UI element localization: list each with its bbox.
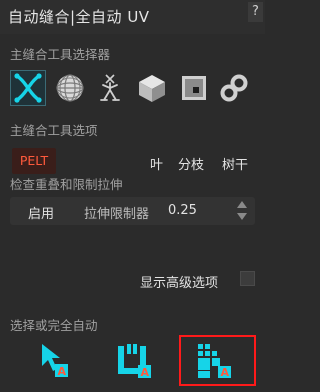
square-point-icon bbox=[182, 76, 206, 100]
cube-icon bbox=[139, 75, 165, 102]
spin-up-icon[interactable] bbox=[237, 201, 247, 208]
chain-link-tool-button[interactable] bbox=[216, 70, 252, 106]
square-point-tool-button[interactable] bbox=[176, 70, 212, 106]
help-button[interactable]: ? bbox=[248, 2, 263, 22]
stretch-limiter-value[interactable]: 0.25 bbox=[168, 203, 197, 218]
spin-down-icon[interactable] bbox=[237, 213, 247, 220]
main-stitch-options-label: 主缝合工具选项 bbox=[10, 123, 98, 138]
chain-link-icon bbox=[220, 74, 248, 102]
figure-icon bbox=[100, 74, 120, 101]
unwrap-auto-button[interactable]: A bbox=[114, 340, 158, 380]
leaf-option-button[interactable]: 叶 bbox=[150, 154, 163, 173]
enable-button[interactable]: 启用 bbox=[28, 203, 54, 222]
pelt-option-button[interactable]: PELT bbox=[12, 148, 56, 174]
select-auto-button[interactable]: A bbox=[36, 340, 80, 380]
auto-section-label: 选择或完全自动 bbox=[10, 318, 98, 333]
main-stitch-tool-selector-label: 主缝合工具选择器 bbox=[10, 47, 111, 62]
pelt-tool-button[interactable] bbox=[10, 70, 46, 106]
panel-title: 自动缝合|全自动 UV bbox=[8, 8, 150, 26]
figure-tool-button[interactable] bbox=[92, 70, 128, 106]
svg-text:A: A bbox=[58, 365, 67, 378]
sphere-tool-button[interactable] bbox=[52, 70, 88, 106]
overlap-section-label: 检查重叠和限制拉伸 bbox=[10, 177, 123, 192]
cube-tool-button[interactable] bbox=[134, 70, 170, 106]
sphere-grid-icon bbox=[56, 74, 84, 102]
stretch-limiter-label: 拉伸限制器 bbox=[84, 207, 150, 222]
trunk-option-button[interactable]: 树干 bbox=[222, 154, 248, 173]
highlight-box bbox=[179, 335, 256, 386]
select-cursor-auto-icon: A bbox=[42, 344, 68, 378]
overlap-stretch-row: 启用 拉伸限制器 0.25 bbox=[10, 197, 255, 225]
show-advanced-label: 显示高级选项 bbox=[140, 276, 219, 291]
branch-option-button[interactable]: 分枝 bbox=[178, 154, 204, 173]
title-bar: 自动缝合|全自动 UV ? bbox=[0, 0, 265, 34]
show-advanced-checkbox[interactable] bbox=[240, 271, 255, 286]
pelt-x-icon bbox=[14, 73, 42, 103]
unwrap-auto-icon: A bbox=[118, 344, 151, 379]
svg-text:A: A bbox=[141, 366, 150, 379]
